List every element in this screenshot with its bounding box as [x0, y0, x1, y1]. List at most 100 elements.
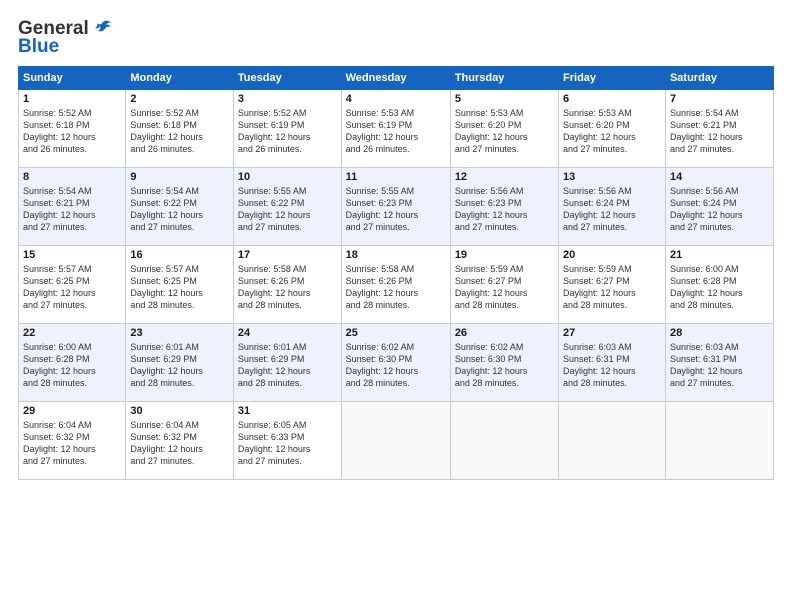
logo-blue-text: Blue — [18, 36, 59, 58]
calendar-cell: 17 Sunrise: 5:58 AM Sunset: 6:26 PM Dayli… — [233, 246, 341, 324]
calendar-cell: 20 Sunrise: 5:59 AM Sunset: 6:27 PM Dayli… — [559, 246, 666, 324]
day-info: Sunrise: 5:55 AM Sunset: 6:22 PM Dayligh… — [238, 185, 337, 234]
day-number: 17 — [238, 249, 337, 261]
day-info: Sunrise: 5:54 AM Sunset: 6:21 PM Dayligh… — [23, 185, 121, 234]
day-info: Sunrise: 5:52 AM Sunset: 6:19 PM Dayligh… — [238, 107, 337, 156]
calendar-cell: 3 Sunrise: 5:52 AM Sunset: 6:19 PM Daylig… — [233, 90, 341, 168]
day-number: 10 — [238, 171, 337, 183]
calendar-cell: 31Sunrise: 6:05 AM Sunset: 6:33 PM Dayli… — [233, 402, 341, 480]
day-number: 2 — [130, 93, 229, 105]
day-number: 4 — [346, 93, 446, 105]
day-number: 6 — [563, 93, 661, 105]
day-info: Sunrise: 5:54 AM Sunset: 6:22 PM Dayligh… — [130, 185, 229, 234]
calendar-cell: 27 Sunrise: 6:03 AM Sunset: 6:31 PM Dayli… — [559, 324, 666, 402]
day-info: Sunrise: 5:57 AM Sunset: 6:25 PM Dayligh… — [23, 263, 121, 312]
day-number: 29 — [23, 405, 121, 417]
calendar-cell: 12Sunrise: 5:56 AM Sunset: 6:23 PM Dayli… — [450, 168, 558, 246]
day-info: Sunrise: 5:52 AM Sunset: 6:18 PM Dayligh… — [130, 107, 229, 156]
calendar-cell — [665, 402, 773, 480]
day-number: 9 — [130, 171, 229, 183]
calendar-cell: 4 Sunrise: 5:53 AM Sunset: 6:19 PM Daylig… — [341, 90, 450, 168]
day-number: 7 — [670, 93, 769, 105]
day-info: Sunrise: 6:01 AM Sunset: 6:29 PM Dayligh… — [238, 341, 337, 390]
calendar-cell: 24 Sunrise: 6:01 AM Sunset: 6:29 PM Dayli… — [233, 324, 341, 402]
day-number: 25 — [346, 327, 446, 339]
day-number: 22 — [23, 327, 121, 339]
calendar-cell: 7 Sunrise: 5:54 AM Sunset: 6:21 PM Daylig… — [665, 90, 773, 168]
calendar-cell — [341, 402, 450, 480]
day-info: Sunrise: 5:56 AM Sunset: 6:24 PM Dayligh… — [670, 185, 769, 234]
calendar-week-4: 22 Sunrise: 6:00 AM Sunset: 6:28 PM Dayli… — [19, 324, 774, 402]
calendar-cell: 2 Sunrise: 5:52 AM Sunset: 6:18 PM Daylig… — [126, 90, 234, 168]
day-number: 11 — [346, 171, 446, 183]
day-number: 23 — [130, 327, 229, 339]
day-number: 21 — [670, 249, 769, 261]
calendar-cell — [559, 402, 666, 480]
col-wednesday: Wednesday — [341, 67, 450, 90]
day-info: Sunrise: 5:53 AM Sunset: 6:20 PM Dayligh… — [563, 107, 661, 156]
day-info: Sunrise: 5:58 AM Sunset: 6:26 PM Dayligh… — [238, 263, 337, 312]
day-number: 5 — [455, 93, 554, 105]
day-info: Sunrise: 6:04 AM Sunset: 6:32 PM Dayligh… — [130, 419, 229, 468]
day-number: 30 — [130, 405, 229, 417]
day-number: 24 — [238, 327, 337, 339]
day-number: 15 — [23, 249, 121, 261]
calendar-cell — [450, 402, 558, 480]
calendar-week-1: 1 Sunrise: 5:52 AM Sunset: 6:18 PM Daylig… — [19, 90, 774, 168]
day-info: Sunrise: 5:53 AM Sunset: 6:19 PM Dayligh… — [346, 107, 446, 156]
day-number: 16 — [130, 249, 229, 261]
day-number: 1 — [23, 93, 121, 105]
day-info: Sunrise: 5:52 AM Sunset: 6:18 PM Dayligh… — [23, 107, 121, 156]
calendar-cell: 19 Sunrise: 5:59 AM Sunset: 6:27 PM Dayli… — [450, 246, 558, 324]
day-info: Sunrise: 6:00 AM Sunset: 6:28 PM Dayligh… — [670, 263, 769, 312]
col-tuesday: Tuesday — [233, 67, 341, 90]
day-info: Sunrise: 6:00 AM Sunset: 6:28 PM Dayligh… — [23, 341, 121, 390]
day-number: 19 — [455, 249, 554, 261]
calendar-cell: 14 Sunrise: 5:56 AM Sunset: 6:24 PM Dayli… — [665, 168, 773, 246]
calendar-cell: 16Sunrise: 5:57 AM Sunset: 6:25 PM Dayli… — [126, 246, 234, 324]
calendar-cell: 29Sunrise: 6:04 AM Sunset: 6:32 PM Dayli… — [19, 402, 126, 480]
day-info: Sunrise: 6:03 AM Sunset: 6:31 PM Dayligh… — [670, 341, 769, 390]
logo-bird-icon — [91, 18, 113, 40]
calendar-cell: 15 Sunrise: 5:57 AM Sunset: 6:25 PM Dayli… — [19, 246, 126, 324]
calendar-cell: 30 Sunrise: 6:04 AM Sunset: 6:32 PM Dayli… — [126, 402, 234, 480]
calendar-cell: 21 Sunrise: 6:00 AM Sunset: 6:28 PM Dayli… — [665, 246, 773, 324]
day-info: Sunrise: 5:59 AM Sunset: 6:27 PM Dayligh… — [563, 263, 661, 312]
day-info: Sunrise: 5:56 AM Sunset: 6:24 PM Dayligh… — [563, 185, 661, 234]
day-info: Sunrise: 6:03 AM Sunset: 6:31 PM Dayligh… — [563, 341, 661, 390]
day-number: 14 — [670, 171, 769, 183]
day-number: 20 — [563, 249, 661, 261]
day-info: Sunrise: 5:58 AM Sunset: 6:26 PM Dayligh… — [346, 263, 446, 312]
day-info: Sunrise: 5:55 AM Sunset: 6:23 PM Dayligh… — [346, 185, 446, 234]
day-number: 26 — [455, 327, 554, 339]
col-thursday: Thursday — [450, 67, 558, 90]
day-info: Sunrise: 5:56 AM Sunset: 6:23 PM Dayligh… — [455, 185, 554, 234]
calendar-cell: 25 Sunrise: 6:02 AM Sunset: 6:30 PM Dayli… — [341, 324, 450, 402]
col-friday: Friday — [559, 67, 666, 90]
calendar-cell: 23Sunrise: 6:01 AM Sunset: 6:29 PM Dayli… — [126, 324, 234, 402]
day-info: Sunrise: 5:59 AM Sunset: 6:27 PM Dayligh… — [455, 263, 554, 312]
calendar-week-2: 8Sunrise: 5:54 AM Sunset: 6:21 PM Daylig… — [19, 168, 774, 246]
calendar-cell: 13 Sunrise: 5:56 AM Sunset: 6:24 PM Dayli… — [559, 168, 666, 246]
day-info: Sunrise: 5:53 AM Sunset: 6:20 PM Dayligh… — [455, 107, 554, 156]
day-info: Sunrise: 6:02 AM Sunset: 6:30 PM Dayligh… — [346, 341, 446, 390]
calendar-cell: 8Sunrise: 5:54 AM Sunset: 6:21 PM Daylig… — [19, 168, 126, 246]
day-number: 28 — [670, 327, 769, 339]
calendar-cell: 18Sunrise: 5:58 AM Sunset: 6:26 PM Dayli… — [341, 246, 450, 324]
day-number: 13 — [563, 171, 661, 183]
calendar-cell: 10 Sunrise: 5:55 AM Sunset: 6:22 PM Dayli… — [233, 168, 341, 246]
header: General Blue — [18, 18, 774, 58]
day-info: Sunrise: 5:54 AM Sunset: 6:21 PM Dayligh… — [670, 107, 769, 156]
day-number: 3 — [238, 93, 337, 105]
day-number: 31 — [238, 405, 337, 417]
header-row: Sunday Monday Tuesday Wednesday Thursday… — [19, 67, 774, 90]
day-number: 27 — [563, 327, 661, 339]
logo: General Blue — [18, 18, 113, 58]
calendar-cell: 9 Sunrise: 5:54 AM Sunset: 6:22 PM Daylig… — [126, 168, 234, 246]
day-info: Sunrise: 6:02 AM Sunset: 6:30 PM Dayligh… — [455, 341, 554, 390]
col-monday: Monday — [126, 67, 234, 90]
calendar-cell: 22 Sunrise: 6:00 AM Sunset: 6:28 PM Dayli… — [19, 324, 126, 402]
calendar-cell: 5 Sunrise: 5:53 AM Sunset: 6:20 PM Daylig… — [450, 90, 558, 168]
calendar-cell: 6 Sunrise: 5:53 AM Sunset: 6:20 PM Daylig… — [559, 90, 666, 168]
calendar-cell: 1 Sunrise: 5:52 AM Sunset: 6:18 PM Daylig… — [19, 90, 126, 168]
